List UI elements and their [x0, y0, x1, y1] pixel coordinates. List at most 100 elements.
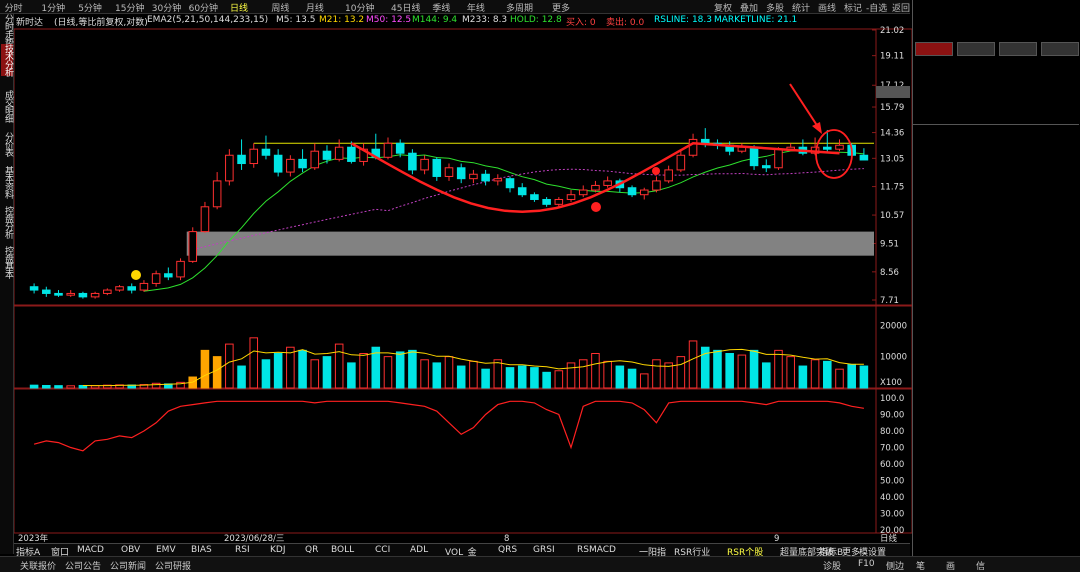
- left-tab-4[interactable]: 基本资料: [1, 166, 13, 198]
- candle-body: [505, 178, 515, 189]
- volume-bar: [310, 359, 320, 389]
- price-tick-label: 13.05: [880, 154, 904, 164]
- status-right-4[interactable]: 画: [946, 559, 955, 572]
- indicator-tab-5[interactable]: BIAS: [191, 545, 212, 555]
- date-label: 9: [774, 534, 779, 543]
- volume-bar: [432, 362, 442, 389]
- volume-bar: [29, 384, 39, 389]
- status-right-1[interactable]: F10: [858, 559, 875, 569]
- volume-bar: [151, 382, 161, 389]
- volume-bar: [749, 349, 759, 389]
- candle-body: [200, 206, 210, 233]
- candle-body: [566, 194, 576, 200]
- candle-body: [603, 180, 612, 186]
- volume-bar: [505, 367, 515, 389]
- price-tick-label: 9.51: [880, 240, 899, 250]
- indicator-tab-9[interactable]: BOLL: [331, 545, 354, 555]
- price-tick-label: 7.71: [880, 296, 899, 306]
- volume-bar: [798, 365, 808, 389]
- indicator-tab-3[interactable]: OBV: [121, 545, 140, 555]
- trade-button-1[interactable]: [957, 42, 995, 56]
- indicator-tab-6[interactable]: RSI: [235, 545, 250, 555]
- candle-body: [542, 198, 551, 205]
- candle-body: [652, 180, 661, 191]
- left-tab-6[interactable]: 控盘基本: [1, 246, 13, 278]
- left-tab-2[interactable]: 成交明细: [1, 90, 13, 122]
- volume-bar: [554, 370, 564, 389]
- volume-bar: [225, 343, 234, 389]
- price-tick-label: 21.02: [880, 26, 904, 36]
- volume-bar: [408, 349, 417, 389]
- indicator-tab-14[interactable]: GRSI: [533, 545, 555, 555]
- candle-body: [835, 144, 844, 150]
- volume-bar: [639, 373, 649, 389]
- candle-body: [334, 146, 344, 160]
- candle-body: [664, 169, 673, 182]
- candle-body: [347, 146, 356, 162]
- price-tick-label: 11.75: [880, 183, 904, 193]
- volume-bar: [42, 384, 51, 389]
- volume-bar: [835, 368, 844, 389]
- volume-bar: [627, 368, 637, 389]
- indicator-tab-4[interactable]: EMV: [156, 545, 176, 555]
- status-right-2[interactable]: 侧边: [886, 559, 904, 572]
- status-link-2[interactable]: 公司新闻: [110, 559, 146, 572]
- rsr-axis-label: 60.00: [880, 460, 904, 470]
- candle-body: [225, 154, 234, 182]
- candle-body: [554, 198, 564, 205]
- left-tab-0[interactable]: 分时走势: [1, 14, 13, 46]
- left-tab-3[interactable]: 分价表: [1, 132, 13, 156]
- volume-bar: [456, 365, 466, 389]
- status-link-3[interactable]: 公司研报: [155, 559, 191, 572]
- price-tick-label: 14.36: [880, 129, 904, 139]
- volume-bar: [786, 356, 795, 389]
- candle-body: [383, 142, 393, 158]
- status-link-0[interactable]: 关联报价: [20, 559, 56, 572]
- candle-body: [164, 273, 173, 278]
- indicator-tab-7[interactable]: KDJ: [270, 545, 286, 555]
- volume-bar: [481, 368, 490, 389]
- candle-body: [578, 189, 588, 196]
- candle-body: [469, 173, 478, 180]
- volume-bar: [66, 385, 75, 389]
- left-tab-bar: 分时走势 技术分析成交明细分价表基本资料控盘分析控盘基本: [0, 14, 14, 554]
- volume-bar: [652, 359, 661, 389]
- indicator-tab-8[interactable]: QR: [305, 545, 318, 555]
- volume-bar: [383, 356, 393, 389]
- status-right-0[interactable]: 诊股: [823, 559, 841, 572]
- annotation-arrow: [789, 83, 821, 131]
- status-link-1[interactable]: 公司公告: [65, 559, 101, 572]
- left-tab-1[interactable]: 技术分析: [1, 44, 13, 76]
- volume-bar: [603, 360, 612, 389]
- status-right-5[interactable]: 信: [976, 559, 985, 572]
- candle-body: [310, 150, 320, 169]
- status-right-3[interactable]: 笔: [916, 559, 925, 572]
- indicator-tab-2[interactable]: MACD: [77, 545, 104, 555]
- volume-bar: [542, 371, 551, 389]
- volume-bar: [237, 365, 246, 389]
- indicator-tab-11[interactable]: ADL: [410, 545, 428, 555]
- volume-bar: [212, 356, 222, 389]
- date-label: 2023/06/28/三: [224, 534, 284, 543]
- volume-bar: [713, 349, 722, 389]
- volume-bar: [334, 343, 344, 389]
- kline-chart[interactable]: 21.0219.1117.1215.7914.3613.0511.7510.57…: [14, 0, 912, 543]
- rsr-axis-label: 80.00: [880, 427, 904, 437]
- price-tick-label: 15.79: [880, 103, 904, 113]
- indicator-tab-10[interactable]: CCI: [375, 545, 390, 555]
- trade-button-0[interactable]: [915, 42, 953, 56]
- indicator-tab-13[interactable]: QRS: [498, 545, 517, 555]
- trade-button-2[interactable]: [999, 42, 1037, 56]
- candle-body: [774, 148, 783, 169]
- candle-body: [481, 173, 490, 182]
- volume-bar: [200, 349, 210, 389]
- candle-body: [139, 282, 149, 291]
- volume-bar: [347, 362, 356, 389]
- trade-button-3[interactable]: [1041, 42, 1079, 56]
- volume-bar: [359, 353, 368, 389]
- candle-body: [456, 167, 466, 180]
- candle-body: [823, 146, 832, 150]
- indicator-tab-15[interactable]: RSMACD: [577, 545, 616, 555]
- volume-bar: [298, 349, 307, 389]
- left-tab-5[interactable]: 控盘分析: [1, 206, 13, 238]
